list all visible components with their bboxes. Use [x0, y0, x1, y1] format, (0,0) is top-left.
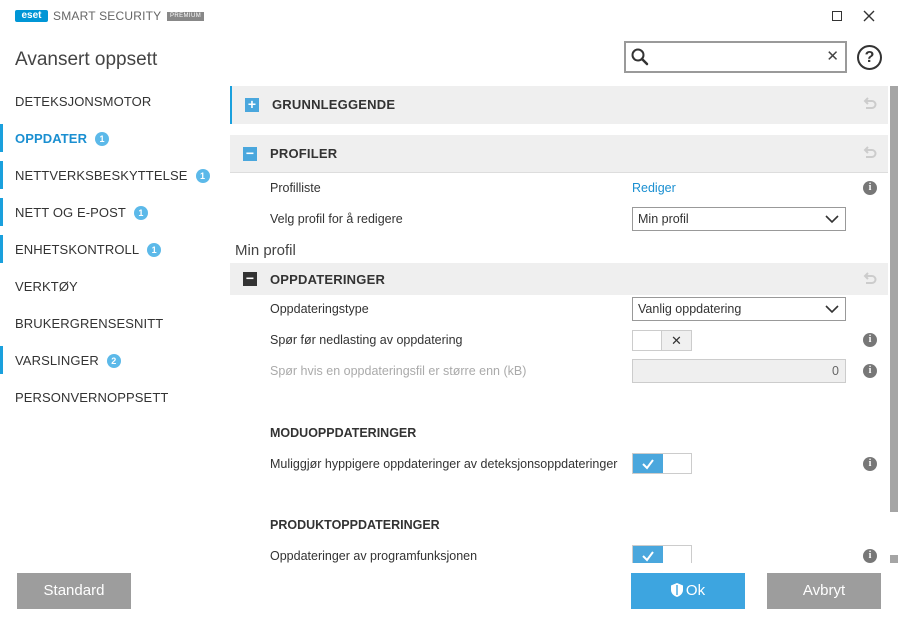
search-input[interactable]: [654, 46, 820, 68]
ask-if-larger-field: 0: [632, 359, 846, 383]
feature-updates-toggle[interactable]: [632, 545, 692, 563]
settings-content: + GRUNNLEGGENDE − PROFILER Profilliste R…: [230, 83, 888, 563]
frequent-updates-label: Muliggjør hyppigere oppdateringer av det…: [270, 457, 618, 471]
update-type-value: Vanlig oppdatering: [638, 302, 742, 316]
sidebar-item-notifications[interactable]: VARSLINGER 2: [0, 342, 220, 379]
product-updates-heading: PRODUKTOPPDATERINGER: [270, 518, 440, 532]
clear-search-icon[interactable]: ✕: [826, 47, 839, 65]
profile-heading: Min profil: [235, 242, 296, 259]
section-title: PROFILER: [270, 146, 338, 161]
product-name: SMART SECURITY: [53, 9, 162, 23]
ok-button-label: Ok: [685, 582, 706, 599]
section-basic-header[interactable]: + GRUNNLEGGENDE: [230, 86, 888, 124]
sidebar-item-label: NETT OG E-POST: [15, 205, 126, 220]
section-indicator: [0, 198, 3, 226]
notification-badge: 2: [106, 354, 121, 368]
profile-select-value: Min profil: [638, 212, 689, 226]
toggle-off-icon: ✕: [661, 331, 691, 350]
section-indicator: [0, 161, 3, 189]
sidebar-item-label: PERSONVERNOPPSETT: [15, 390, 169, 405]
sidebar-item-label: NETTVERKSBESKYTTELSE: [15, 168, 188, 183]
info-icon[interactable]: i: [863, 364, 877, 378]
title-bar: eset SMART SECURITY PREMIUM: [0, 0, 900, 32]
frequent-updates-toggle[interactable]: [632, 453, 692, 474]
section-profiles-header[interactable]: − PROFILER: [230, 135, 888, 173]
close-icon: [863, 10, 875, 22]
search-box[interactable]: ✕: [624, 41, 847, 73]
notification-badge: 1: [147, 243, 162, 257]
notification-badge: 1: [95, 132, 110, 146]
revert-icon[interactable]: [862, 145, 878, 161]
sidebar-item-label: BRUKERGRENSESNITT: [15, 316, 164, 331]
section-indicator: [0, 235, 3, 263]
ask-before-download-label: Spør før nedlasting av oppdatering: [270, 333, 463, 347]
sidebar-item-device-control[interactable]: ENHETSKONTROLL 1: [0, 231, 220, 268]
notification-badge: 1: [133, 206, 148, 220]
feature-updates-label: Oppdateringer av programfunksjonen: [270, 549, 478, 563]
sidebar-item-label: ENHETSKONTROLL: [15, 242, 140, 257]
edit-profiles-link[interactable]: Rediger: [632, 181, 676, 195]
shield-icon: [670, 583, 683, 597]
sidebar-item-tools[interactable]: VERKTØY: [0, 268, 220, 305]
checkmark-icon: [633, 546, 663, 563]
chevron-down-icon: [825, 215, 839, 224]
collapse-icon[interactable]: −: [243, 146, 257, 161]
info-icon[interactable]: i: [863, 333, 877, 347]
cancel-button[interactable]: Avbryt: [767, 573, 881, 609]
edition-badge: PREMIUM: [167, 12, 205, 21]
profile-select[interactable]: Min profil: [632, 207, 846, 231]
sidebar-item-label: VERKTØY: [15, 279, 78, 294]
ask-before-download-toggle[interactable]: ✕: [632, 330, 692, 351]
scrollbar-thumb[interactable]: [890, 86, 898, 512]
sidebar-item-label: DETEKSJONSMOTOR: [15, 94, 152, 109]
maximize-button[interactable]: [825, 4, 849, 28]
scrollbar[interactable]: [889, 83, 898, 563]
scroll-down-arrow[interactable]: [890, 555, 898, 563]
update-type-select[interactable]: Vanlig oppdatering: [632, 297, 846, 321]
sidebar-item-privacy-settings[interactable]: PERSONVERNOPPSETT: [0, 379, 220, 416]
checkmark-icon: [633, 454, 663, 473]
revert-icon[interactable]: [862, 271, 878, 287]
sidebar-item-network-protection[interactable]: NETTVERKSBESKYTTELSE 1: [0, 157, 220, 194]
expand-icon[interactable]: +: [245, 97, 259, 112]
section-title: OPPDATERINGER: [270, 272, 386, 287]
ok-button[interactable]: Ok: [631, 573, 745, 609]
sidebar-item-detection-engine[interactable]: DETEKSJONSMOTOR: [0, 83, 220, 120]
revert-icon[interactable]: [862, 96, 878, 112]
info-icon[interactable]: i: [863, 549, 877, 563]
collapse-icon[interactable]: −: [243, 271, 257, 286]
page-title: Avansert oppsett: [15, 49, 158, 70]
default-button[interactable]: Standard: [17, 573, 131, 609]
chevron-down-icon: [825, 305, 839, 314]
ask-if-larger-label: Spør hvis en oppdateringsfil er større e…: [270, 364, 527, 378]
eset-logo-mark: eset: [15, 10, 48, 22]
sidebar-item-update[interactable]: OPPDATER 1: [0, 120, 220, 157]
search-icon: [631, 48, 649, 66]
active-indicator: [0, 124, 3, 152]
select-profile-label: Velg profil for å redigere: [270, 212, 403, 226]
sidebar-item-user-interface[interactable]: BRUKERGRENSESNITT: [0, 305, 220, 342]
sidebar-item-label: OPPDATER: [15, 131, 88, 146]
sidebar-item-web-and-email[interactable]: NETT OG E-POST 1: [0, 194, 220, 231]
section-updates-header[interactable]: − OPPDATERINGER: [230, 263, 888, 295]
update-type-label: Oppdateringstype: [270, 302, 369, 316]
section-title: GRUNNLEGGENDE: [272, 97, 396, 112]
help-icon[interactable]: ?: [857, 45, 882, 70]
module-updates-heading: MODUOPPDATERINGER: [270, 426, 417, 440]
close-window-button[interactable]: [857, 4, 881, 28]
profile-list-label: Profilliste: [270, 181, 321, 195]
sidebar-nav: DETEKSJONSMOTOR OPPDATER 1 NETTVERKSBESKY…: [0, 83, 220, 416]
info-icon[interactable]: i: [863, 457, 877, 471]
notification-badge: 1: [195, 169, 210, 183]
section-indicator: [0, 346, 3, 374]
maximize-icon: [832, 11, 842, 21]
info-icon[interactable]: i: [863, 181, 877, 195]
sidebar-item-label: VARSLINGER: [15, 353, 99, 368]
